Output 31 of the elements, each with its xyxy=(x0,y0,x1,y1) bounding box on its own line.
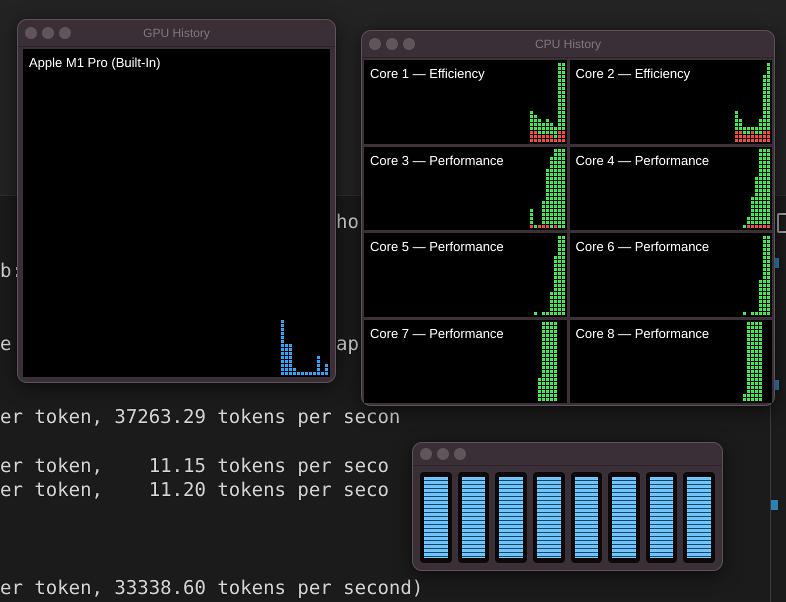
core-label: Core 1 — Efficiency xyxy=(370,66,485,81)
minimize-button[interactable] xyxy=(42,27,54,39)
core-label: Core 3 — Performance xyxy=(370,152,504,168)
terminal-text: er token, 11.15 tokens per seco xyxy=(0,454,389,478)
terminal-text: ho xyxy=(336,210,359,234)
core-label: Core 5 — Performance xyxy=(370,239,504,254)
close-button[interactable] xyxy=(420,448,432,460)
scroll-marker xyxy=(775,258,779,268)
scroll-marker xyxy=(775,380,779,390)
window-title: CPU History xyxy=(534,37,601,51)
minimize-button[interactable] xyxy=(386,38,398,50)
window-title: GPU History xyxy=(143,26,210,40)
gpu-name: Apple M1 Pro (Built-In) xyxy=(29,55,160,70)
terminal-text: e xyxy=(0,332,12,356)
terminal-text: er token, 11.20 tokens per seco xyxy=(0,478,389,503)
zoom-button[interactable] xyxy=(59,27,71,39)
gpu-history-graph xyxy=(281,320,328,375)
terminal-text: er token, 33338.60 tokens per second) xyxy=(0,576,424,600)
zoom-button[interactable] xyxy=(454,448,466,460)
close-button[interactable] xyxy=(25,27,37,39)
core-label: Core 7 — Performance xyxy=(370,326,504,340)
core-label: Core 8 — Performance xyxy=(576,326,710,340)
minimize-button[interactable] xyxy=(437,448,449,460)
terminal-text: ap xyxy=(336,332,359,356)
close-button[interactable] xyxy=(369,38,381,50)
scroll-marker xyxy=(771,500,778,510)
zoom-button[interactable] xyxy=(403,38,415,50)
core-label: Core 2 — Efficiency xyxy=(576,66,690,81)
terminal-text: er token, 37263.29 tokens per secon xyxy=(0,405,400,430)
core-label: Core 4 — Performance xyxy=(576,152,710,168)
core-label: Core 6 — Performance xyxy=(576,239,710,254)
